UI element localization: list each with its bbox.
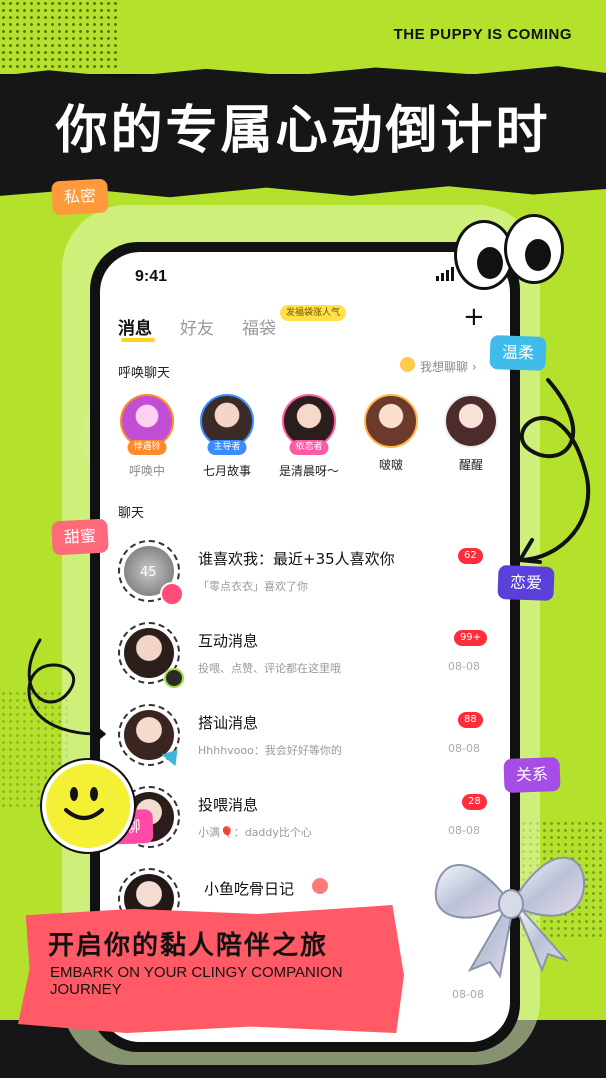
bow-icon <box>430 830 590 980</box>
cta-title: 开启你的黏人陪伴之旅 <box>48 931 329 961</box>
cta-subtitle: EMBARK ON YOUR CLINGY COMPANION JOURNEY <box>50 964 343 998</box>
